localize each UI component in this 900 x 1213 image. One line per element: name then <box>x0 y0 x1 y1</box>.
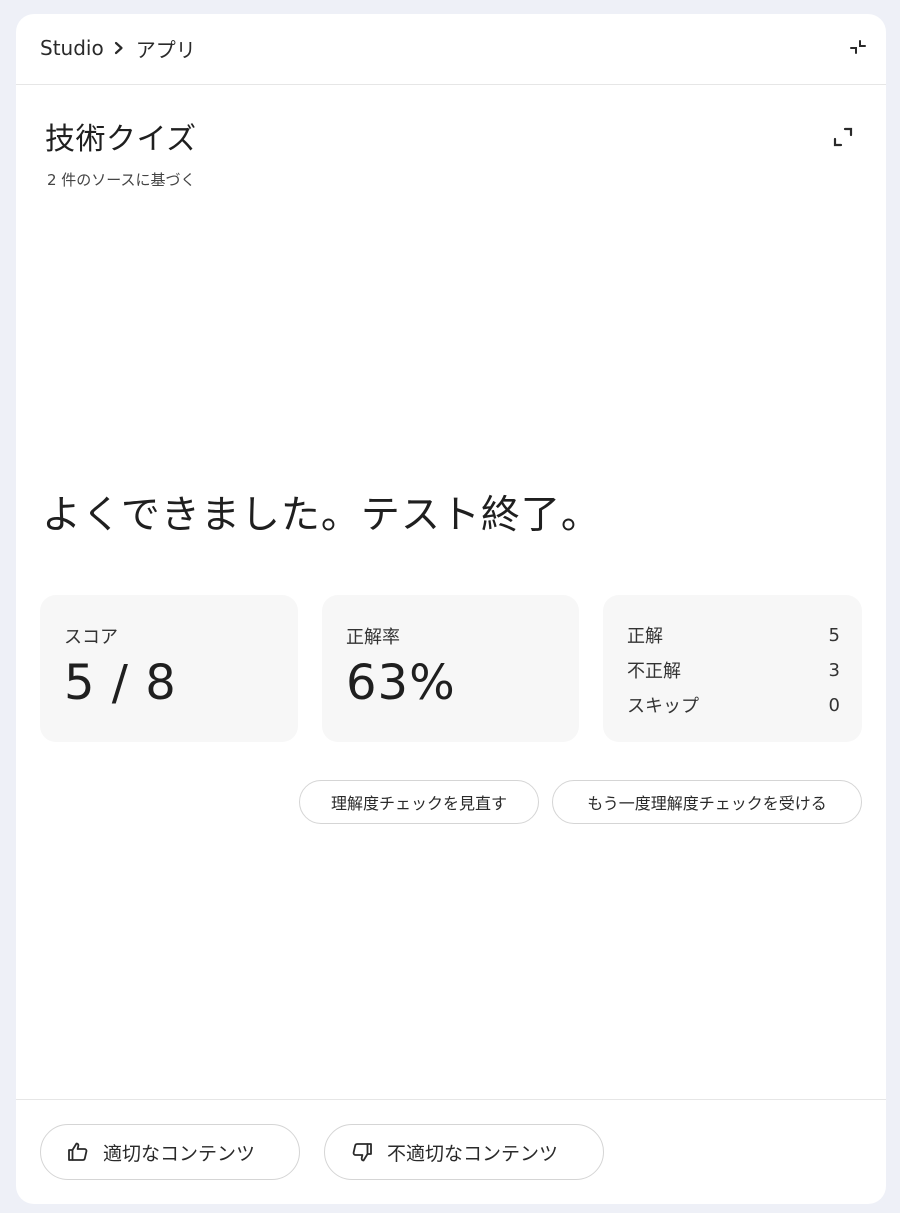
breadcrumb-studio[interactable]: Studio <box>40 36 104 60</box>
thumbs-down-icon <box>349 1139 375 1165</box>
score-value: 5 / 8 <box>64 655 177 711</box>
accuracy-card: 正解率 63% <box>322 595 579 742</box>
good-content-label: 適切なコンテンツ <box>103 1142 256 1165</box>
collapse-button[interactable] <box>844 36 872 64</box>
result-heading: よくできました。テスト終了。 <box>42 493 601 538</box>
accuracy-label: 正解率 <box>346 627 400 648</box>
review-quiz-button[interactable]: 理解度チェックを見直す <box>299 780 539 824</box>
breakdown-card: 正解 5 不正解 3 スキップ 0 <box>603 595 862 742</box>
breakdown-label: 不正解 <box>627 661 681 682</box>
breakdown-value: 5 <box>828 624 840 646</box>
collapse-icon <box>848 38 868 62</box>
good-content-button[interactable]: 適切なコンテンツ <box>40 1124 300 1180</box>
breakdown-value: 3 <box>828 659 840 681</box>
top-bar: Studio アプリ <box>16 14 886 85</box>
breakdown-row-skipped: スキップ 0 <box>627 692 840 718</box>
breakdown-row-incorrect: 不正解 3 <box>627 657 840 683</box>
quiz-source-count: 2 件のソースに基づく <box>47 171 196 189</box>
breakdown-label: 正解 <box>627 626 663 647</box>
breakdown-label: スキップ <box>627 696 699 717</box>
breakdown-row-correct: 正解 5 <box>627 622 840 648</box>
score-label: スコア <box>64 627 118 648</box>
thumbs-up-icon <box>65 1139 91 1165</box>
bad-content-button[interactable]: 不適切なコンテンツ <box>324 1124 604 1180</box>
quiz-panel: Studio アプリ 技術クイズ 2 件のソースに基づく よくできました。テスト… <box>16 14 886 1204</box>
fullscreen-button[interactable] <box>826 122 860 156</box>
retake-quiz-button[interactable]: もう一度理解度チェックを受ける <box>552 780 862 824</box>
breadcrumb: Studio アプリ <box>40 34 196 62</box>
quiz-title: 技術クイズ <box>45 122 197 157</box>
bad-content-label: 不適切なコンテンツ <box>387 1142 559 1165</box>
fullscreen-icon <box>831 125 855 153</box>
breakdown-value: 0 <box>828 694 840 716</box>
score-card: スコア 5 / 8 <box>40 595 298 742</box>
accuracy-value: 63% <box>346 655 456 711</box>
chevron-right-icon <box>112 41 126 55</box>
breadcrumb-app[interactable]: アプリ <box>136 34 196 63</box>
